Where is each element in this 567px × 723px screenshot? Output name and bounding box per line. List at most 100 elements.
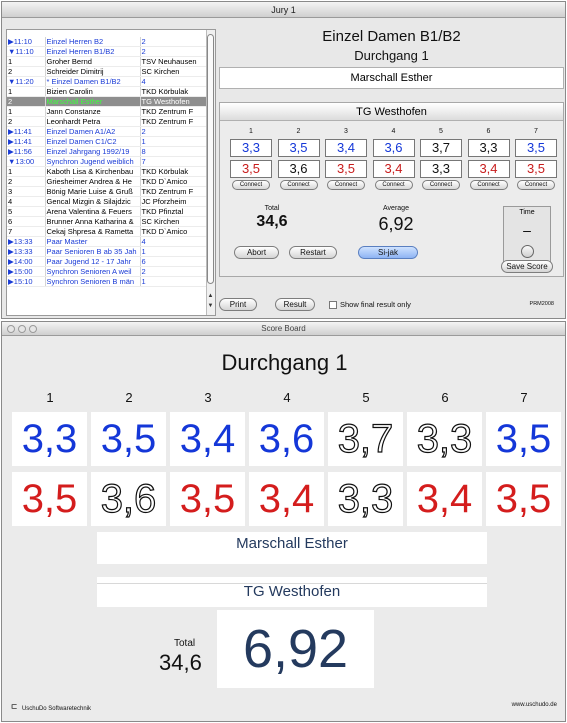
time-label: Time (519, 209, 535, 216)
restart-button[interactable]: Restart (289, 246, 337, 259)
run-list-cell-time: ▶11:56 (7, 146, 46, 157)
athlete-row[interactable]: 1 Groher Bernd TSV Neuhausen (7, 56, 208, 67)
si-jak-button[interactable]: Si-jak (358, 246, 418, 259)
scoreboard-judge-score: 3,3 (12, 412, 87, 466)
judge-score-1-field[interactable]: 3,5 (277, 139, 320, 157)
scroll-up-arrow-icon[interactable]: ▲ (207, 292, 214, 300)
run-list-cell-time: ▶15:10 (7, 276, 46, 287)
run-group-row[interactable]: ▶15:00 Synchron Senioren A weil 2 (7, 266, 208, 277)
judge-number: 4 (391, 128, 396, 135)
athlete-row[interactable]: 2 Marschall Esther TG Westhofen (7, 96, 208, 107)
judge-score-2-field[interactable]: 3,4 (372, 160, 415, 178)
run-list-cell-name: Schreider Dimitrij (45, 66, 141, 77)
connect-button[interactable]: Connect (232, 180, 270, 190)
judge-score-1-field[interactable]: 3,3 (467, 139, 510, 157)
judge-score-1-field[interactable]: 3,5 (515, 139, 557, 157)
connect-button[interactable]: Connect (422, 180, 460, 190)
timer-knob-icon[interactable] (521, 245, 534, 258)
judge-score-2-field[interactable]: 3,6 (277, 160, 320, 178)
run-list-cell-name: Einzel Damen A1/A2 (45, 126, 141, 137)
scoreboard-judge-score: 3,4 (407, 472, 482, 526)
run-group-row[interactable]: ▶11:10 Einzel Herren B2 2 (7, 37, 208, 47)
athlete-row[interactable]: 5 Arena Valentina & Feuers TKD Pfinztal (7, 206, 208, 217)
close-window-icon[interactable] (7, 325, 15, 333)
run-group-row[interactable]: ▶11:56 Einzel Jahrgang 1992/19 8 (7, 146, 208, 157)
run-list-cell-info: 1 (140, 136, 208, 147)
run-group-row[interactable]: ▼11:20 * Einzel Damen B1/B2 4 (7, 76, 208, 87)
judge-score-2-field[interactable]: 3,5 (325, 160, 367, 178)
total-value: 34,6 (256, 213, 288, 230)
connect-button[interactable]: Connect (279, 180, 318, 190)
run-list-cell-name: Synchron Senioren A weil (45, 266, 141, 277)
judge-score-1-field[interactable]: 3,4 (325, 139, 367, 157)
athlete-row[interactable]: 3 Bönig Marie Luise & Gruß TKD Zentrum F (7, 186, 208, 197)
abort-button[interactable]: Abort (234, 246, 279, 259)
scoreboard-judge-number: 3 (204, 390, 212, 405)
scroll-down-arrow-icon[interactable]: ▼ (207, 302, 214, 310)
connect-button[interactable]: Connect (327, 180, 365, 190)
scoreboard-judge-score: 3,4 (170, 412, 245, 466)
scoreboard-judge-number: 4 (283, 390, 291, 405)
run-list-cell-name: Bönig Marie Luise & Gruß (45, 186, 141, 197)
run-list-cell-name: Griesheimer Andrea & He (45, 176, 141, 187)
connect-button[interactable]: Connect (517, 180, 555, 190)
run-list-cell-time: ▶13:33 (7, 246, 46, 257)
run-list-cell-time: 4 (7, 196, 46, 207)
run-list-cell-name: * Einzel Damen B1/B2 (45, 76, 141, 87)
judge-column: 4 3,6 3,4 Connect (372, 127, 415, 190)
athlete-row[interactable]: 1 Kaboth Lisa & Kirchenbau TKD Körbulak (7, 166, 208, 177)
athlete-row[interactable]: 1 Bizien Carolin TKD Körbulak (7, 86, 208, 97)
athlete-row[interactable]: 2 Schreider Dimitrij SC Kirchen (7, 66, 208, 77)
run-group-row[interactable]: ▼13:00 Synchron Jugend weiblich 7 (7, 156, 208, 167)
run-group-row[interactable]: ▶15:10 Synchron Senioren B män 1 (7, 276, 208, 287)
club-divider (97, 583, 487, 584)
scoreboard-club-label: TG Westhofen (243, 583, 341, 600)
save-score-button[interactable]: Save Score (501, 260, 553, 273)
run-group-row[interactable]: ▶13:33 Paar Master 4 (7, 236, 208, 247)
athlete-row[interactable]: 4 Gencal Mizgin & Silajdzic JC Pforzheim (7, 196, 208, 207)
run-group-row[interactable]: ▶14:00 Paar Jugend 12 - 17 Jahr 6 (7, 256, 208, 267)
scoreboard-judge-score: 3,3 (328, 472, 403, 526)
run-list-cell-name: Leonhardt Petra (45, 116, 141, 127)
print-button[interactable]: Print (219, 298, 257, 311)
run-group-row[interactable]: ▶11:41 Einzel Damen A1/A2 2 (7, 126, 208, 137)
result-button[interactable]: Result (275, 298, 315, 311)
run-list-cell-time: 1 (7, 166, 46, 177)
run-list-cell-info: 2 (140, 37, 208, 47)
judge-score-2-field[interactable]: 3,5 (515, 160, 557, 178)
judge-number: 2 (296, 128, 301, 135)
judge-score-2-field[interactable]: 3,5 (230, 160, 272, 178)
run-list-cell-info: 6 (140, 256, 208, 267)
judge-score-1-field[interactable]: 3,6 (372, 139, 415, 157)
run-list-cell-info: TKD Pfinztal (140, 206, 208, 217)
run-list-cell-time: ▼13:00 (7, 156, 46, 167)
judge-score-2-field[interactable]: 3,3 (420, 160, 462, 178)
connect-button[interactable]: Connect (469, 180, 508, 190)
run-list-scrollbar[interactable]: ▲ ▼ (206, 30, 215, 315)
minimize-window-icon[interactable] (18, 325, 26, 333)
athlete-row[interactable]: 6 Brunner Anna Katharina & SC Kirchen (7, 216, 208, 227)
judge-score-1-field[interactable]: 3,7 (420, 139, 462, 157)
athlete-row[interactable]: 1 Jann Constanze TKD Zentrum F (7, 106, 208, 117)
run-group-row[interactable]: ▶13:33 Paar Senioren B ab 35 Jah 1 (7, 246, 208, 257)
run-list-cell-name: Gencal Mizgin & Silajdzic (45, 196, 141, 207)
run-group-row[interactable]: ▼11:10 Einzel Herren B1/B2 2 (7, 46, 208, 57)
judge-score-2-field[interactable]: 3,4 (467, 160, 510, 178)
run-list-cell-info: TKD Zentrum F (140, 116, 208, 127)
run-list-cell-info: TSV Neuhausen (140, 56, 208, 67)
athlete-row[interactable]: 2 Griesheimer Andrea & He TKD D`Amico (7, 176, 208, 187)
athlete-row[interactable]: 2 Leonhardt Petra TKD Zentrum F (7, 116, 208, 127)
athlete-row[interactable]: 7 Cekaj Shpresa & Rametta TKD D`Amico (7, 226, 208, 237)
run-list-cell-info: TKD Zentrum F (140, 106, 208, 117)
judge-number: 7 (534, 128, 538, 135)
scoreboard-titlebar: Score Board (2, 322, 565, 336)
scoreboard-judge-score: 3,7 (328, 412, 403, 466)
show-final-result-checkbox[interactable] (329, 301, 337, 309)
judge-number: 6 (486, 128, 491, 135)
zoom-window-icon[interactable] (29, 325, 37, 333)
run-list-scroll-thumb[interactable] (207, 34, 214, 284)
connect-button[interactable]: Connect (374, 180, 413, 190)
judge-score-1-field[interactable]: 3,3 (230, 139, 272, 157)
run-group-row[interactable]: ▶11:41 Einzel Damen C1/C2 1 (7, 136, 208, 147)
run-list[interactable]: ▶11:10 Einzel Herren B2 2 ▼11:10 Einzel Herr… (6, 29, 216, 316)
